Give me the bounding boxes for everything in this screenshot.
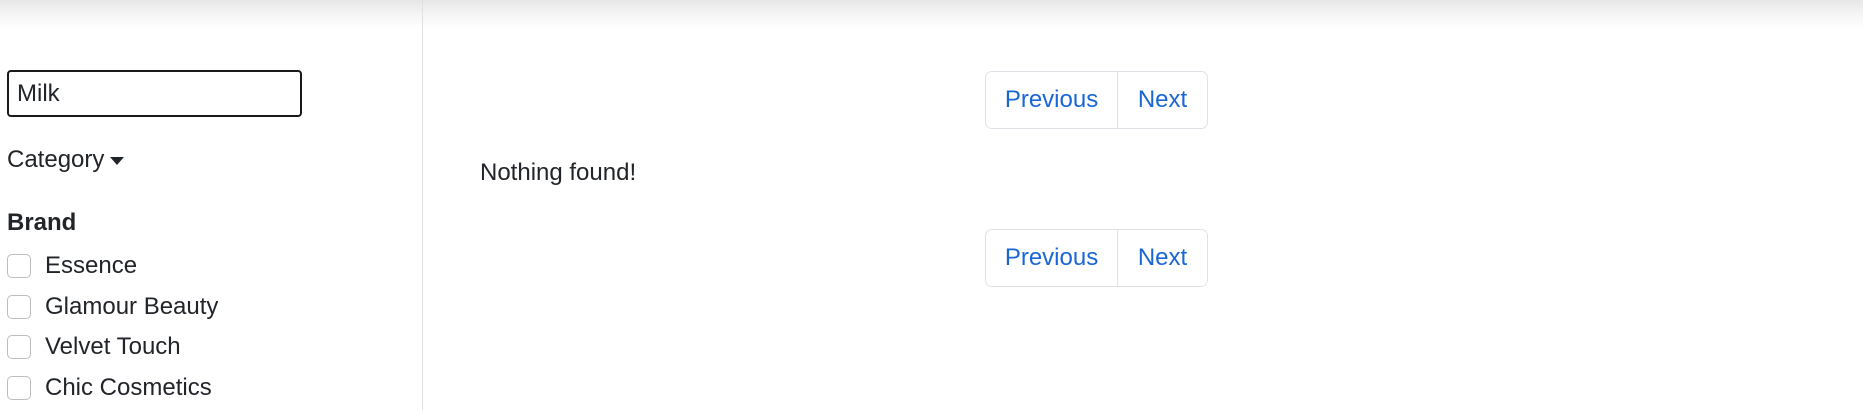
search-input[interactable] <box>7 70 302 117</box>
filter-sidebar: Category Brand Essence Glamour Beauty Ve… <box>0 0 423 410</box>
pagination-top: Previous Next <box>985 71 1208 129</box>
brand-checkbox[interactable] <box>7 335 31 360</box>
brand-item-chic-cosmetics[interactable]: Chic Cosmetics <box>7 368 218 409</box>
brand-item-essence[interactable]: Essence <box>7 246 218 287</box>
brand-filter-list: Essence Glamour Beauty Velvet Touch Chic… <box>7 246 218 408</box>
previous-page-button[interactable]: Previous <box>986 72 1118 128</box>
brand-label: Velvet Touch <box>45 333 181 361</box>
brand-label: Chic Cosmetics <box>45 373 212 401</box>
brand-checkbox[interactable] <box>7 375 31 400</box>
results-area: Previous Next Nothing found! Previous Ne… <box>424 0 1863 410</box>
brand-checkbox[interactable] <box>7 294 31 319</box>
caret-down-icon <box>110 157 125 165</box>
brand-item-velvet-touch[interactable]: Velvet Touch <box>7 327 218 368</box>
brand-label: Essence <box>45 252 138 280</box>
previous-page-button[interactable]: Previous <box>986 230 1118 286</box>
next-page-button[interactable]: Next <box>1118 230 1207 286</box>
next-page-button[interactable]: Next <box>1118 72 1207 128</box>
brand-item-glamour-beauty[interactable]: Glamour Beauty <box>7 287 218 328</box>
category-dropdown[interactable]: Category <box>7 146 125 174</box>
brand-heading: Brand <box>7 209 77 236</box>
pagination-bottom: Previous Next <box>985 229 1208 287</box>
category-label: Category <box>7 146 105 173</box>
brand-checkbox[interactable] <box>7 254 31 279</box>
empty-results-message: Nothing found! <box>480 159 637 186</box>
brand-label: Glamour Beauty <box>45 292 219 320</box>
